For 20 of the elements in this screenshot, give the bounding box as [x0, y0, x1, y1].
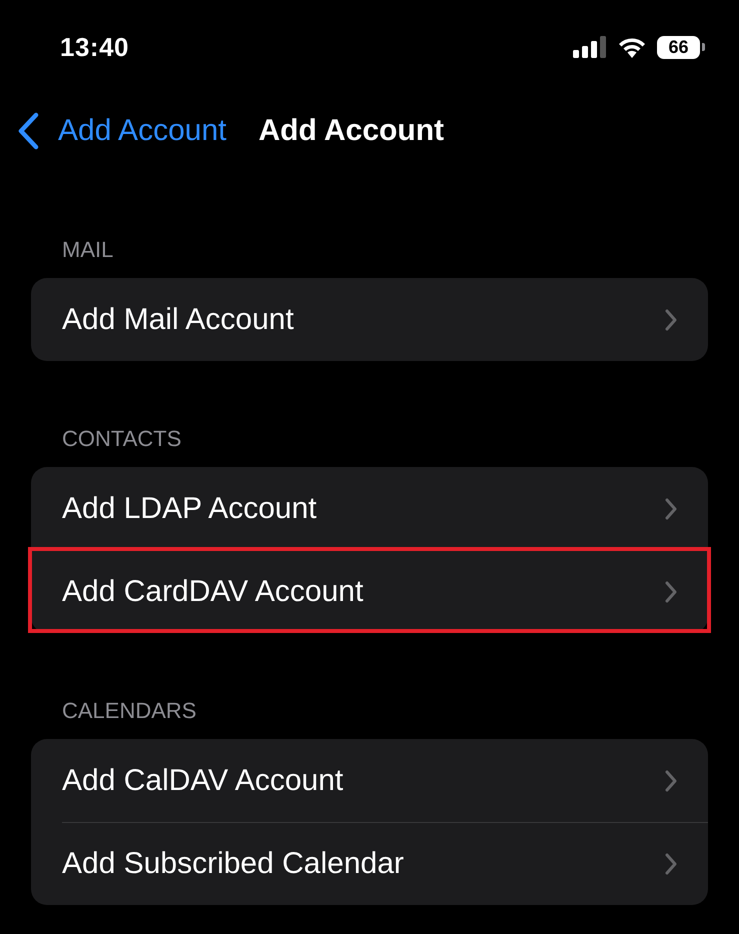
signal-icon — [573, 36, 607, 58]
back-link[interactable]: Add Account — [58, 114, 226, 148]
section-header: MAIL — [61, 237, 114, 264]
settings-row[interactable]: Add Subscribed Calendar — [31, 822, 708, 905]
settings-row[interactable]: Add LDAP Account — [31, 467, 708, 550]
status-time: 13:40 — [60, 32, 129, 62]
section-header: CALENDARS — [61, 698, 198, 725]
settings-row[interactable]: Add CardDAV Account — [31, 550, 708, 633]
chevron-icon — [664, 852, 678, 876]
section-header: CONTACTS — [61, 426, 182, 453]
chevron-icon — [664, 580, 678, 604]
chevron-icon — [664, 768, 678, 792]
chevron-icon — [664, 496, 678, 520]
settings-row[interactable]: Add Mail Account — [31, 278, 708, 361]
chevron-icon — [664, 308, 678, 332]
nav-title: Add Account — [258, 114, 444, 148]
back-chevron-icon[interactable] — [16, 112, 40, 150]
battery-icon: 66 — [657, 36, 700, 58]
settings-row[interactable]: Add CalDAV Account — [31, 739, 708, 822]
wifi-icon — [617, 36, 647, 58]
